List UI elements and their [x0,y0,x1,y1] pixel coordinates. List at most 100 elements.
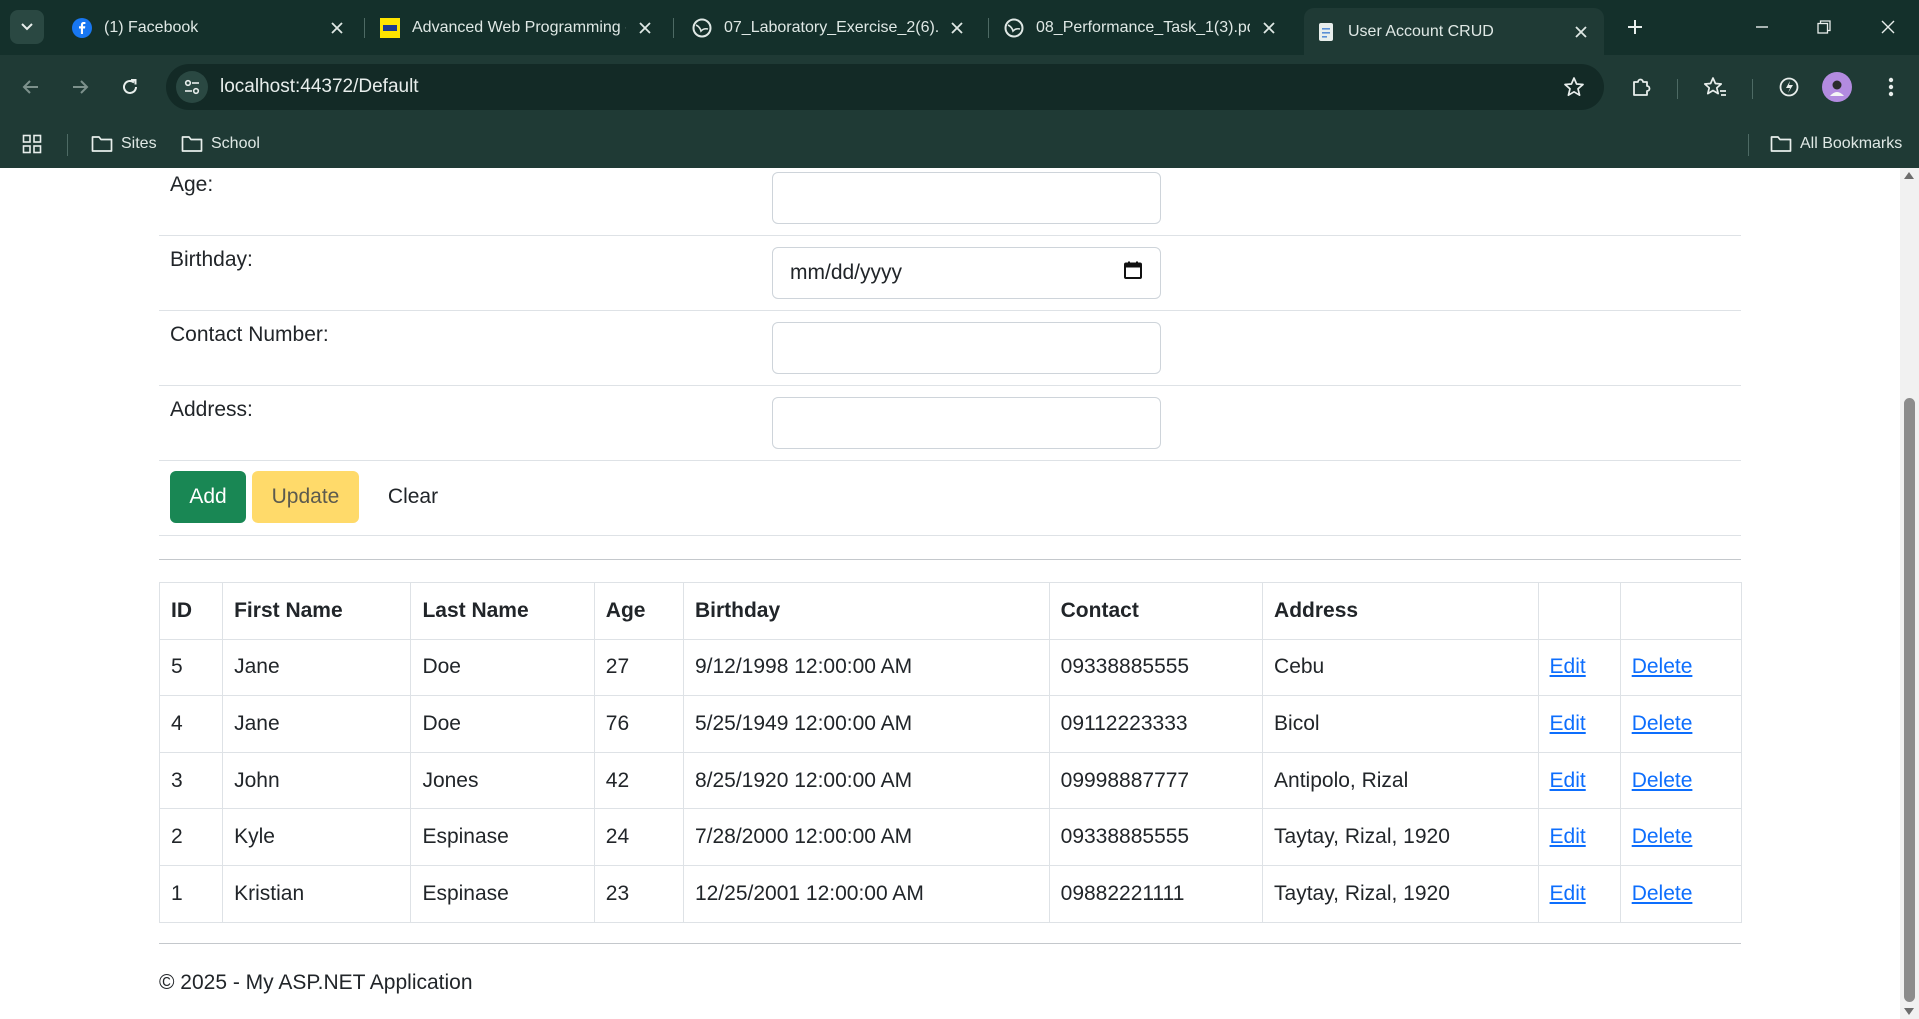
tab-title: 07_Laboratory_Exercise_2(6).pdf [724,19,938,36]
tab-user-account-crud[interactable]: User Account CRUD [1304,8,1604,55]
close-icon[interactable] [326,17,348,39]
reload-button[interactable] [112,69,148,105]
cell-age: 23 [593,864,684,923]
new-tab-button[interactable] [1620,12,1650,42]
chevron-down-icon [21,23,33,31]
edit-link[interactable]: Edit [1550,655,1586,678]
cell-address: Taytay, Rizal, 1920 [1262,808,1539,866]
clear-button[interactable]: Clear [365,471,461,523]
form-row-contact: Contact Number: [159,311,1741,386]
edit-link[interactable]: Edit [1550,825,1586,848]
address-input[interactable] [772,397,1161,449]
table-row: 1 Kristian Espinase 23 12/25/2001 12:00:… [158,864,1743,923]
edit-link[interactable]: Edit [1550,712,1586,735]
update-button[interactable]: Update [252,471,359,523]
folder-icon [91,136,113,152]
add-button[interactable]: Add [170,471,246,523]
users-table: ID First Name Last Name Age Birthday Con… [158,582,1743,923]
edit-link[interactable]: Edit [1550,769,1586,792]
bookmarks-button[interactable] [1697,69,1733,105]
url-text[interactable]: localhost:44372/Default [220,76,419,98]
birthday-label: Birthday: [170,248,253,271]
cell-birthday: 5/25/1949 12:00:00 AM [682,695,1050,753]
avatar-icon [1830,80,1844,96]
star-icon[interactable] [1562,75,1586,99]
tab-title: (1) Facebook [104,19,199,36]
restore-button[interactable] [1804,10,1844,44]
column-header-first-name: First Name [222,582,412,640]
contact-input[interactable] [772,322,1161,374]
column-header-age: Age [593,582,684,640]
delete-link[interactable]: Delete [1632,769,1693,792]
cell-contact: 09338885555 [1048,808,1264,866]
site-info-icon[interactable] [176,71,208,103]
table-row: 2 Kyle Espinase 24 7/28/2000 12:00:00 AM… [158,808,1743,866]
footer-text: © 2025 - My ASP.NET Application [159,971,473,994]
arrow-right-icon [73,80,89,94]
cell-last-name: Doe [410,695,595,753]
extensions-button[interactable] [1623,69,1659,105]
bookmark-folder-school[interactable]: School [181,128,260,160]
column-header-contact: Contact [1048,582,1264,640]
browser-toolbar: localhost:44372/Default [0,55,1919,120]
apps-button[interactable] [22,128,50,160]
profile-avatar[interactable] [1822,72,1852,102]
tab-performance-task[interactable]: 08_Performance_Task_1(3).pdf [992,8,1292,48]
cell-first-name: Jane [222,695,412,753]
bookmarks-bar: Sites School All Bookmarks [0,120,1919,168]
delete-link[interactable]: Delete [1632,655,1693,678]
edit-link[interactable]: Edit [1550,882,1586,905]
forward-button[interactable] [62,69,98,105]
cell-id: 3 [158,751,224,810]
form-row-age: Age: [159,168,1741,236]
tab-laboratory-exercise[interactable]: 07_Laboratory_Exercise_2(6).pdf [680,8,980,48]
cell-delete: Delete [1619,638,1743,697]
document-icon [1316,22,1336,42]
delete-link[interactable]: Delete [1632,712,1693,735]
close-icon[interactable] [1258,17,1280,39]
delete-link[interactable]: Delete [1632,825,1693,848]
birthday-input[interactable]: mm/dd/yyyy [772,247,1161,299]
scroll-down-icon[interactable] [1904,1008,1914,1015]
more-vertical-icon [1888,77,1894,97]
scroll-up-icon[interactable] [1904,172,1914,179]
cell-age: 42 [593,751,684,810]
tab-title: Advanced Web Programming - [412,19,626,36]
calendar-icon[interactable] [1123,260,1143,286]
age-input[interactable] [772,172,1161,224]
performance-button[interactable] [1771,69,1807,105]
close-icon[interactable] [634,17,656,39]
close-icon[interactable] [1570,21,1592,43]
cell-first-name: Kristian [222,864,412,923]
table-row: 3 John Jones 42 8/25/1920 12:00:00 AM 09… [158,751,1743,810]
minimize-button[interactable] [1742,10,1782,44]
column-header-edit [1537,582,1621,640]
cell-address: Cebu [1262,638,1539,697]
back-button[interactable] [13,69,49,105]
all-bookmarks-button[interactable]: All Bookmarks [1770,128,1902,160]
vertical-scrollbar[interactable] [1900,168,1919,1019]
cell-contact: 09112223333 [1048,695,1264,753]
tab-search-button[interactable] [10,10,44,44]
tab-facebook[interactable]: (1) Facebook [60,8,360,48]
column-header-delete [1619,582,1743,640]
cell-edit: Edit [1537,808,1621,866]
star-list-icon [1703,77,1726,96]
column-header-id: ID [158,582,224,640]
table-row: 5 Jane Doe 27 9/12/1998 12:00:00 AM 0933… [158,638,1743,697]
form-actions: Add Update Clear [159,460,1741,536]
menu-button[interactable] [1873,69,1909,105]
sti-icon [380,18,400,38]
scrollbar-thumb[interactable] [1904,398,1915,1002]
close-window-button[interactable] [1868,10,1908,44]
close-icon[interactable] [946,17,968,39]
bookmark-folder-sites[interactable]: Sites [91,128,157,160]
tab-strip: (1) Facebook Advanced Web Programming - … [0,0,1919,55]
address-bar[interactable]: localhost:44372/Default [166,64,1604,110]
delete-link[interactable]: Delete [1632,882,1693,905]
cell-id: 1 [158,864,224,923]
cell-first-name: Kyle [222,808,412,866]
table-header-row: ID First Name Last Name Age Birthday Con… [158,582,1743,640]
divider [159,559,1741,560]
tab-advanced-web-programming[interactable]: Advanced Web Programming - [368,8,668,48]
